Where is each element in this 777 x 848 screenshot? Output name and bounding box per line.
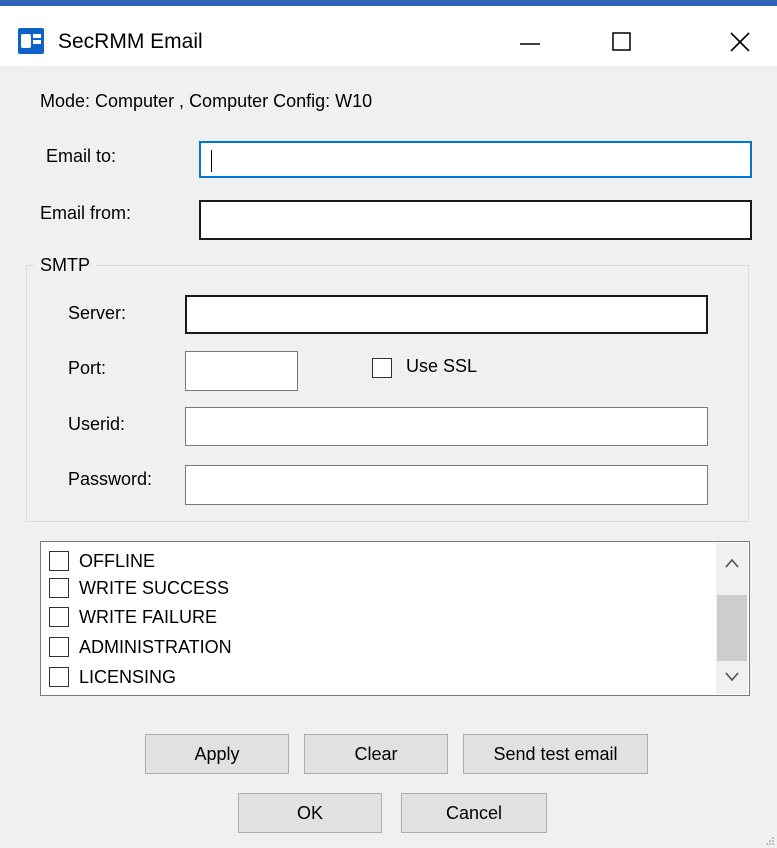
password-field[interactable]: [185, 465, 708, 505]
close-icon: [730, 32, 750, 52]
outlook-icon: [18, 28, 44, 54]
email-to-field[interactable]: [199, 141, 752, 178]
close-button[interactable]: [712, 14, 768, 70]
clear-button[interactable]: Clear: [304, 734, 448, 774]
scroll-down-icon[interactable]: [724, 671, 740, 683]
list-item[interactable]: WRITE SUCCESS: [49, 574, 229, 602]
use-ssl-label: Use SSL: [406, 356, 478, 376]
userid-field[interactable]: [185, 407, 708, 446]
event-checkbox[interactable]: [49, 667, 69, 687]
scroll-up-icon[interactable]: [724, 557, 740, 569]
userid-label: Userid:: [68, 414, 126, 434]
port-field[interactable]: [185, 351, 298, 391]
email-from-label: Email from:: [40, 203, 132, 223]
list-item[interactable]: OFFLINE: [49, 547, 155, 575]
resize-grip-icon[interactable]: [765, 836, 775, 846]
password-label: Password:: [68, 469, 153, 489]
send-test-email-button[interactable]: Send test email: [463, 734, 648, 774]
event-checkbox[interactable]: [49, 637, 69, 657]
list-item[interactable]: WRITE FAILURE: [49, 603, 217, 631]
minimize-icon: [520, 43, 540, 45]
scrollbar-thumb[interactable]: [717, 595, 747, 661]
window-title: SecRMM Email: [58, 30, 203, 53]
event-checkbox[interactable]: [49, 578, 69, 598]
mode-text: Mode: Computer , Computer Config: W10: [40, 91, 373, 111]
text-caret: [211, 150, 212, 172]
ok-button[interactable]: OK: [238, 793, 382, 833]
email-to-label: Email to:: [46, 146, 117, 166]
smtp-group-label: SMTP: [34, 255, 97, 276]
maximize-button[interactable]: [594, 14, 650, 70]
minimize-button[interactable]: [502, 14, 558, 70]
apply-button[interactable]: Apply: [145, 734, 289, 774]
vertical-scrollbar[interactable]: [716, 543, 748, 694]
server-field[interactable]: [185, 295, 708, 334]
event-checklist[interactable]: OFFLINE WRITE SUCCESS WRITE FAILURE ADMI…: [40, 541, 750, 696]
email-from-field[interactable]: [199, 200, 752, 240]
cancel-button[interactable]: Cancel: [401, 793, 547, 833]
port-label: Port:: [68, 358, 107, 378]
event-checkbox[interactable]: [49, 551, 69, 571]
server-label: Server:: [68, 303, 127, 323]
event-checkbox[interactable]: [49, 607, 69, 627]
list-item[interactable]: ADMINISTRATION: [49, 633, 232, 661]
maximize-icon: [612, 32, 631, 51]
list-item[interactable]: LICENSING: [49, 663, 176, 691]
use-ssl-checkbox[interactable]: [372, 358, 392, 378]
title-bar[interactable]: SecRMM Email: [0, 6, 777, 66]
